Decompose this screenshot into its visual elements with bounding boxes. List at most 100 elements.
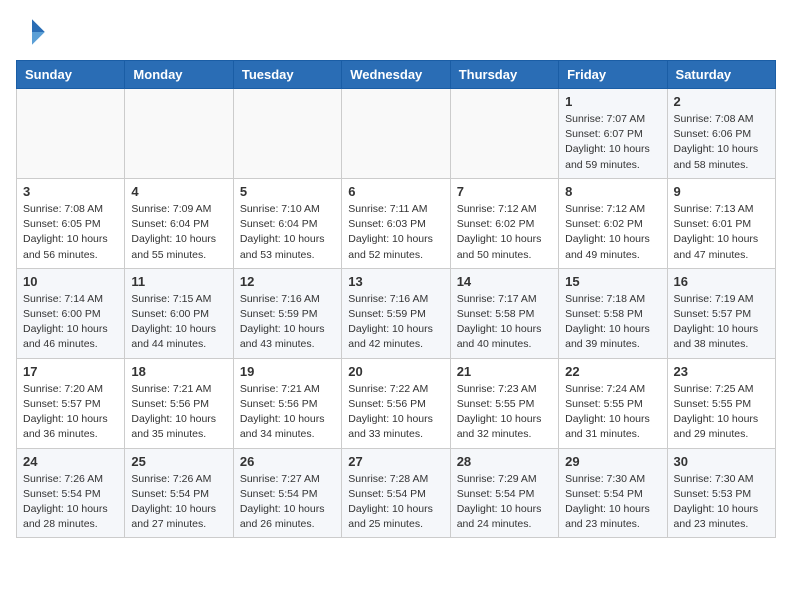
day-info: Sunrise: 7:26 AM Sunset: 5:54 PM Dayligh… [131, 472, 226, 533]
day-info: Sunrise: 7:11 AM Sunset: 6:03 PM Dayligh… [348, 202, 443, 263]
page-header [16, 16, 776, 48]
calendar-cell: 18 Sunrise: 7:21 AM Sunset: 5:56 PM Dayli… [125, 358, 233, 448]
calendar-cell: 28 Sunrise: 7:29 AM Sunset: 5:54 PM Dayli… [450, 448, 558, 538]
day-number: 12 [240, 274, 335, 289]
day-info: Sunrise: 7:16 AM Sunset: 5:59 PM Dayligh… [348, 292, 443, 353]
calendar-cell: 1 Sunrise: 7:07 AM Sunset: 6:07 PM Daylig… [559, 89, 667, 179]
calendar-week-row: 10 Sunrise: 7:14 AM Sunset: 6:00 PM Dayli… [17, 268, 776, 358]
day-number: 24 [23, 454, 118, 469]
day-info: Sunrise: 7:14 AM Sunset: 6:00 PM Dayligh… [23, 292, 118, 353]
calendar-cell: 13 Sunrise: 7:16 AM Sunset: 5:59 PM Dayli… [342, 268, 450, 358]
day-number: 15 [565, 274, 660, 289]
calendar-cell: 9 Sunrise: 7:13 AM Sunset: 6:01 PM Daylig… [667, 178, 775, 268]
day-info: Sunrise: 7:25 AM Sunset: 5:55 PM Dayligh… [674, 382, 769, 443]
day-number: 8 [565, 184, 660, 199]
day-info: Sunrise: 7:08 AM Sunset: 6:06 PM Dayligh… [674, 112, 769, 173]
day-number: 14 [457, 274, 552, 289]
calendar-cell: 14 Sunrise: 7:17 AM Sunset: 5:58 PM Dayli… [450, 268, 558, 358]
calendar-cell: 8Sunrise: 7:12 AM Sunset: 6:02 PM Daylig… [559, 178, 667, 268]
day-info: Sunrise: 7:23 AM Sunset: 5:55 PM Dayligh… [457, 382, 552, 443]
day-info: Sunrise: 7:13 AM Sunset: 6:01 PM Dayligh… [674, 202, 769, 263]
calendar-cell: 3Sunrise: 7:08 AM Sunset: 6:05 PM Daylig… [17, 178, 125, 268]
calendar-cell: 27 Sunrise: 7:28 AM Sunset: 5:54 PM Dayli… [342, 448, 450, 538]
weekday-header-sunday: Sunday [17, 61, 125, 89]
day-number: 27 [348, 454, 443, 469]
day-number: 17 [23, 364, 118, 379]
day-number: 23 [674, 364, 769, 379]
day-number: 25 [131, 454, 226, 469]
day-info: Sunrise: 7:26 AM Sunset: 5:54 PM Dayligh… [23, 472, 118, 533]
calendar-cell: 2 Sunrise: 7:08 AM Sunset: 6:06 PM Daylig… [667, 89, 775, 179]
day-info: Sunrise: 7:27 AM Sunset: 5:54 PM Dayligh… [240, 472, 335, 533]
calendar-cell [450, 89, 558, 179]
day-number: 28 [457, 454, 552, 469]
day-number: 30 [674, 454, 769, 469]
calendar-week-row: 3Sunrise: 7:08 AM Sunset: 6:05 PM Daylig… [17, 178, 776, 268]
day-number: 19 [240, 364, 335, 379]
calendar-cell: 23 Sunrise: 7:25 AM Sunset: 5:55 PM Dayli… [667, 358, 775, 448]
day-number: 10 [23, 274, 118, 289]
weekday-header-saturday: Saturday [667, 61, 775, 89]
day-info: Sunrise: 7:17 AM Sunset: 5:58 PM Dayligh… [457, 292, 552, 353]
calendar-cell: 6 Sunrise: 7:11 AM Sunset: 6:03 PM Daylig… [342, 178, 450, 268]
day-number: 18 [131, 364, 226, 379]
weekday-header-friday: Friday [559, 61, 667, 89]
weekday-header-thursday: Thursday [450, 61, 558, 89]
calendar-week-row: 17 Sunrise: 7:20 AM Sunset: 5:57 PM Dayli… [17, 358, 776, 448]
calendar-cell: 21 Sunrise: 7:23 AM Sunset: 5:55 PM Dayli… [450, 358, 558, 448]
day-info: Sunrise: 7:24 AM Sunset: 5:55 PM Dayligh… [565, 382, 660, 443]
weekday-header-row: SundayMondayTuesdayWednesdayThursdayFrid… [17, 61, 776, 89]
calendar-cell: 15 Sunrise: 7:18 AM Sunset: 5:58 PM Dayli… [559, 268, 667, 358]
calendar-week-row: 1 Sunrise: 7:07 AM Sunset: 6:07 PM Daylig… [17, 89, 776, 179]
day-number: 9 [674, 184, 769, 199]
logo-icon [16, 16, 48, 48]
day-info: Sunrise: 7:18 AM Sunset: 5:58 PM Dayligh… [565, 292, 660, 353]
calendar-cell: 30 Sunrise: 7:30 AM Sunset: 5:53 PM Dayli… [667, 448, 775, 538]
day-number: 21 [457, 364, 552, 379]
day-number: 29 [565, 454, 660, 469]
calendar-cell: 29 Sunrise: 7:30 AM Sunset: 5:54 PM Dayli… [559, 448, 667, 538]
calendar-cell: 16Sunrise: 7:19 AM Sunset: 5:57 PM Dayli… [667, 268, 775, 358]
calendar-cell: 12 Sunrise: 7:16 AM Sunset: 5:59 PM Dayli… [233, 268, 341, 358]
calendar-cell: 22 Sunrise: 7:24 AM Sunset: 5:55 PM Dayli… [559, 358, 667, 448]
calendar-cell: 25 Sunrise: 7:26 AM Sunset: 5:54 PM Dayli… [125, 448, 233, 538]
weekday-header-wednesday: Wednesday [342, 61, 450, 89]
day-number: 22 [565, 364, 660, 379]
calendar-cell [125, 89, 233, 179]
day-info: Sunrise: 7:30 AM Sunset: 5:53 PM Dayligh… [674, 472, 769, 533]
weekday-header-monday: Monday [125, 61, 233, 89]
day-info: Sunrise: 7:21 AM Sunset: 5:56 PM Dayligh… [131, 382, 226, 443]
day-info: Sunrise: 7:29 AM Sunset: 5:54 PM Dayligh… [457, 472, 552, 533]
calendar-cell: 11 Sunrise: 7:15 AM Sunset: 6:00 PM Dayli… [125, 268, 233, 358]
day-info: Sunrise: 7:30 AM Sunset: 5:54 PM Dayligh… [565, 472, 660, 533]
day-info: Sunrise: 7:10 AM Sunset: 6:04 PM Dayligh… [240, 202, 335, 263]
calendar-cell: 7 Sunrise: 7:12 AM Sunset: 6:02 PM Daylig… [450, 178, 558, 268]
calendar-cell [17, 89, 125, 179]
day-info: Sunrise: 7:22 AM Sunset: 5:56 PM Dayligh… [348, 382, 443, 443]
day-info: Sunrise: 7:08 AM Sunset: 6:05 PM Dayligh… [23, 202, 118, 263]
day-info: Sunrise: 7:15 AM Sunset: 6:00 PM Dayligh… [131, 292, 226, 353]
day-number: 1 [565, 94, 660, 109]
day-number: 11 [131, 274, 226, 289]
calendar-week-row: 24 Sunrise: 7:26 AM Sunset: 5:54 PM Dayli… [17, 448, 776, 538]
calendar-table: SundayMondayTuesdayWednesdayThursdayFrid… [16, 60, 776, 538]
day-number: 16 [674, 274, 769, 289]
day-number: 13 [348, 274, 443, 289]
day-number: 2 [674, 94, 769, 109]
calendar-cell: 4 Sunrise: 7:09 AM Sunset: 6:04 PM Daylig… [125, 178, 233, 268]
day-info: Sunrise: 7:16 AM Sunset: 5:59 PM Dayligh… [240, 292, 335, 353]
day-number: 26 [240, 454, 335, 469]
day-info: Sunrise: 7:07 AM Sunset: 6:07 PM Dayligh… [565, 112, 660, 173]
day-number: 4 [131, 184, 226, 199]
calendar-cell [342, 89, 450, 179]
day-number: 20 [348, 364, 443, 379]
day-number: 7 [457, 184, 552, 199]
day-info: Sunrise: 7:28 AM Sunset: 5:54 PM Dayligh… [348, 472, 443, 533]
day-number: 6 [348, 184, 443, 199]
day-info: Sunrise: 7:20 AM Sunset: 5:57 PM Dayligh… [23, 382, 118, 443]
day-info: Sunrise: 7:12 AM Sunset: 6:02 PM Dayligh… [457, 202, 552, 263]
day-info: Sunrise: 7:09 AM Sunset: 6:04 PM Dayligh… [131, 202, 226, 263]
calendar-cell: 19Sunrise: 7:21 AM Sunset: 5:56 PM Dayli… [233, 358, 341, 448]
calendar-cell: 10 Sunrise: 7:14 AM Sunset: 6:00 PM Dayli… [17, 268, 125, 358]
calendar-cell: 24 Sunrise: 7:26 AM Sunset: 5:54 PM Dayli… [17, 448, 125, 538]
